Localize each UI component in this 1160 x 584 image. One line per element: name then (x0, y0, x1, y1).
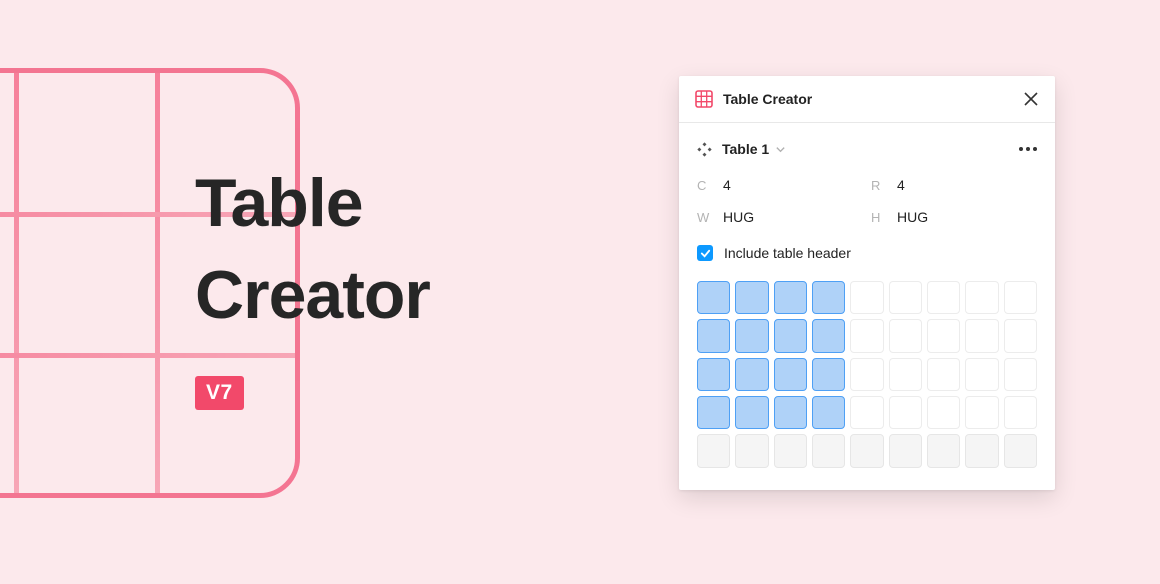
grid-cell[interactable] (735, 396, 768, 429)
grid-cell[interactable] (927, 281, 960, 314)
grid-cell[interactable] (812, 281, 845, 314)
include-header-row: Include table header (697, 245, 1037, 261)
grid-cell[interactable] (774, 319, 807, 352)
grid-cell[interactable] (774, 281, 807, 314)
grid-cell[interactable] (850, 358, 883, 391)
sizing-row: W HUG H HUG (697, 209, 1037, 225)
columns-input[interactable]: C 4 (697, 177, 863, 193)
grid-cell[interactable] (850, 434, 883, 467)
chevron-down-icon[interactable] (775, 144, 786, 155)
grid-cell[interactable] (889, 281, 922, 314)
grid-icon (695, 90, 713, 108)
close-icon[interactable] (1023, 91, 1039, 107)
grid-cell[interactable] (850, 319, 883, 352)
more-icon[interactable] (1019, 147, 1037, 151)
grid-cell[interactable] (735, 319, 768, 352)
version-badge: V7 (195, 376, 244, 410)
grid-cell[interactable] (927, 396, 960, 429)
grid-cell[interactable] (1004, 281, 1037, 314)
grid-cell[interactable] (965, 358, 998, 391)
grid-cell[interactable] (1004, 434, 1037, 467)
hero-title-line1: Table (195, 158, 430, 250)
grid-cell[interactable] (812, 434, 845, 467)
grid-cell[interactable] (889, 396, 922, 429)
grid-cell[interactable] (697, 434, 730, 467)
plugin-panel: Table Creator Table 1 (679, 76, 1055, 490)
panel-body: Table 1 C 4 R 4 W HUG (679, 123, 1055, 490)
grid-cell[interactable] (927, 358, 960, 391)
grid-cell[interactable] (697, 358, 730, 391)
grid-cell[interactable] (697, 319, 730, 352)
grid-cell[interactable] (889, 319, 922, 352)
grid-cell[interactable] (889, 358, 922, 391)
grid-cell[interactable] (735, 358, 768, 391)
panel-title: Table Creator (723, 91, 1013, 107)
include-header-label: Include table header (724, 245, 851, 261)
grid-cell[interactable] (1004, 358, 1037, 391)
grid-size-selector[interactable] (697, 281, 1037, 472)
grid-cell[interactable] (697, 396, 730, 429)
panel-header: Table Creator (679, 76, 1055, 123)
grid-cell[interactable] (850, 396, 883, 429)
grid-cell[interactable] (812, 319, 845, 352)
grid-cell[interactable] (812, 396, 845, 429)
height-input[interactable]: H HUG (871, 209, 1037, 225)
grid-cell[interactable] (965, 396, 998, 429)
grid-cell[interactable] (965, 434, 998, 467)
grid-cell[interactable] (774, 358, 807, 391)
table-name-row: Table 1 (697, 141, 1037, 157)
columns-value: 4 (723, 177, 731, 193)
grid-cell[interactable] (774, 396, 807, 429)
width-value: HUG (723, 209, 754, 225)
rows-input[interactable]: R 4 (871, 177, 1037, 193)
hero-title: Table Creator (195, 158, 430, 342)
grid-cell[interactable] (1004, 319, 1037, 352)
grid-cell[interactable] (812, 358, 845, 391)
grid-cell[interactable] (735, 281, 768, 314)
component-icon (697, 142, 712, 157)
dimensions-row: C 4 R 4 (697, 177, 1037, 193)
table-name-select[interactable]: Table 1 (722, 141, 769, 157)
grid-cell[interactable] (965, 319, 998, 352)
width-label: W (697, 210, 713, 225)
height-label: H (871, 210, 887, 225)
grid-cell[interactable] (927, 319, 960, 352)
grid-cell[interactable] (1004, 396, 1037, 429)
grid-cell[interactable] (735, 434, 768, 467)
height-value: HUG (897, 209, 928, 225)
columns-label: C (697, 178, 713, 193)
grid-cell[interactable] (965, 281, 998, 314)
grid-cell[interactable] (889, 434, 922, 467)
include-header-checkbox[interactable] (697, 245, 713, 261)
rows-value: 4 (897, 177, 905, 193)
hero-title-line2: Creator (195, 250, 430, 342)
grid-cell[interactable] (774, 434, 807, 467)
grid-cell[interactable] (927, 434, 960, 467)
rows-label: R (871, 178, 887, 193)
grid-cell[interactable] (697, 281, 730, 314)
width-input[interactable]: W HUG (697, 209, 863, 225)
grid-cell[interactable] (850, 281, 883, 314)
